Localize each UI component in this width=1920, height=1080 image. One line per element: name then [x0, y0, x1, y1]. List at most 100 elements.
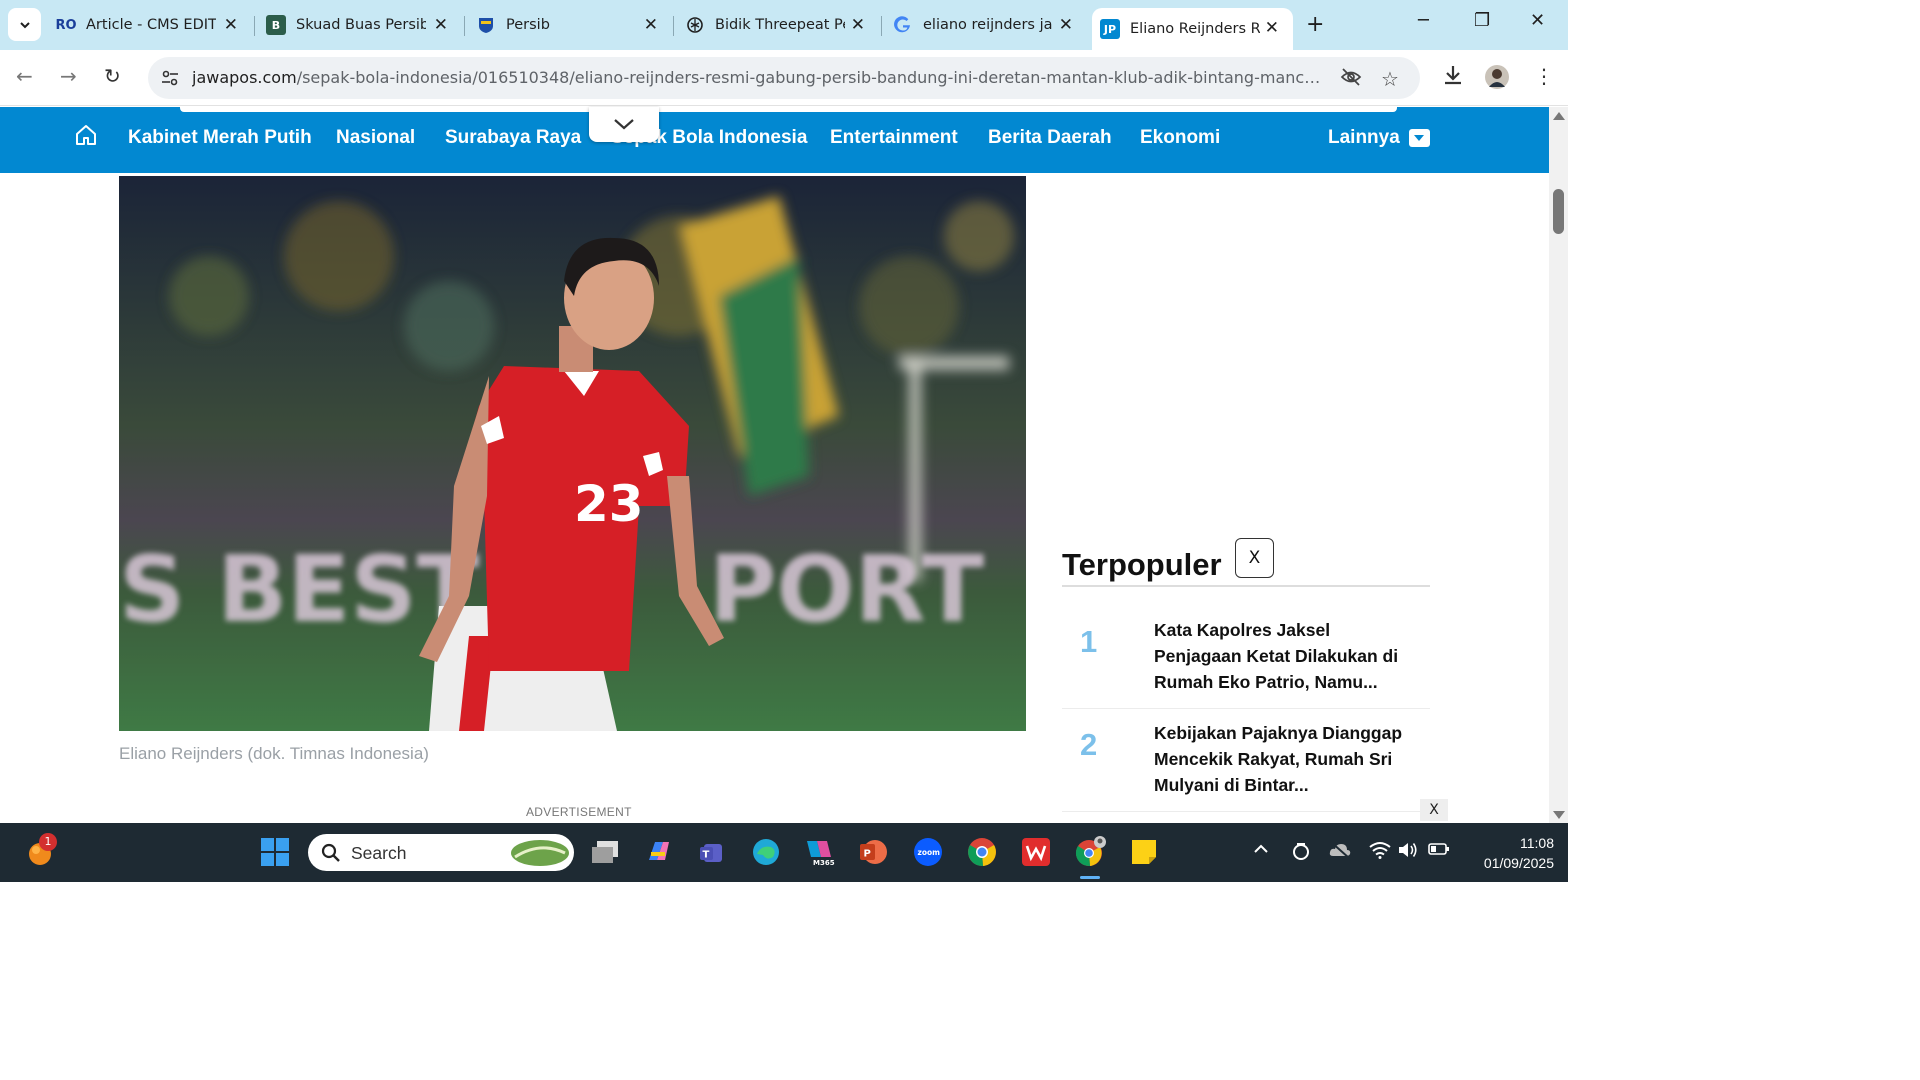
close-icon[interactable]: ✕ — [644, 15, 658, 35]
popular-close-button[interactable]: X — [1235, 538, 1274, 578]
tab-bidik-threepeat[interactable]: Bidik Threepeat Persib ✕ — [685, 7, 879, 43]
onedrive-sync-icon[interactable] — [1291, 841, 1311, 865]
close-icon[interactable]: ✕ — [1059, 15, 1073, 35]
tab-skuad-buas[interactable]: B Skuad Buas Persib ✕ — [266, 7, 462, 43]
nav-surabaya-raya[interactable]: Surabaya Raya — [445, 127, 581, 149]
tab-search-button[interactable] — [8, 8, 41, 41]
scroll-down-arrow-icon[interactable] — [1553, 811, 1565, 819]
advertisement-label: ADVERTISEMENT — [526, 805, 632, 819]
system-clock[interactable]: 11:08 01/09/2025 — [1462, 833, 1554, 873]
google-icon — [893, 15, 913, 35]
popular-headline[interactable]: Kata Kapolres Jaksel Penjagaan Ketat Dil… — [1154, 617, 1412, 695]
search-highlight-icon — [511, 840, 569, 866]
tab-article-cms[interactable]: RO Article - CMS EDITOR ✕ — [55, 7, 252, 43]
tab-title: Article - CMS EDITOR — [86, 17, 216, 33]
teams-icon[interactable]: T — [696, 836, 728, 868]
persib-icon — [476, 15, 496, 35]
reload-button[interactable]: ↻ — [104, 64, 121, 88]
site-info-icon[interactable] — [160, 68, 180, 88]
task-view-icon[interactable] — [589, 836, 621, 868]
notification-badge: 1 — [39, 833, 57, 851]
ro-icon: RO — [55, 17, 77, 33]
popular-rank: 2 — [1080, 727, 1098, 762]
forward-button[interactable]: → — [60, 64, 77, 88]
tab-strip: RO Article - CMS EDITOR ✕ B Skuad Buas P… — [0, 0, 1568, 50]
volume-icon[interactable] — [1397, 841, 1419, 863]
popular-item[interactable]: 2 Kebijakan Pajaknya Dianggap Mencekik R… — [1062, 709, 1430, 812]
nav-ekonomi[interactable]: Ekonomi — [1140, 127, 1220, 149]
restore-button[interactable]: ❐ — [1474, 10, 1490, 31]
svg-text:T: T — [703, 850, 710, 861]
sticky-notes-icon[interactable] — [1128, 836, 1160, 868]
popular-item[interactable]: 1 Kata Kapolres Jaksel Penjagaan Ketat D… — [1062, 606, 1430, 709]
eye-off-icon[interactable] — [1340, 67, 1362, 92]
popular-rank: 1 — [1080, 624, 1098, 659]
header-collapse-toggle[interactable] — [589, 107, 659, 142]
image-caption: Eliano Reijnders (dok. Timnas Indonesia) — [119, 744, 429, 763]
address-bar[interactable]: jawapos.com/sepak-bola-indonesia/0165103… — [148, 57, 1420, 99]
svg-text:P: P — [864, 849, 871, 860]
openai-icon — [685, 15, 705, 35]
nav-nasional[interactable]: Nasional — [336, 127, 415, 149]
tab-separator — [881, 16, 882, 36]
chrome-profile-icon[interactable] — [1074, 836, 1106, 868]
close-icon[interactable]: ✕ — [851, 15, 865, 35]
tab-separator — [673, 16, 674, 36]
windows-start-icon[interactable] — [259, 836, 291, 868]
tab-title: Eliano Reijnders Resmi — [1130, 21, 1260, 37]
scrollbar-thumb[interactable] — [1553, 189, 1564, 234]
battery-icon[interactable] — [1428, 841, 1450, 861]
url-path: /sepak-bola-indonesia/016510348/eliano-r… — [296, 68, 1322, 87]
home-icon[interactable] — [74, 123, 98, 151]
active-app-indicator — [1080, 876, 1100, 879]
tab-google-search[interactable]: eliano reijnders jawapos ✕ — [893, 7, 1087, 43]
clock-date: 01/09/2025 — [1483, 855, 1554, 871]
search-label: Search — [351, 843, 407, 863]
m365-icon[interactable]: M365 — [803, 836, 835, 868]
chrome-icon[interactable] — [966, 836, 998, 868]
nav-kabinet-merah-putih[interactable]: Kabinet Merah Putih — [128, 127, 312, 149]
windows-taskbar: 1 Search T M365 P zoom 11:08 01/09/2025 — [0, 823, 1568, 882]
wps-office-icon[interactable] — [1020, 836, 1052, 868]
minimize-button[interactable]: ─ — [1418, 10, 1429, 31]
tab-persib[interactable]: Persib ✕ — [476, 7, 672, 43]
edge-icon[interactable] — [750, 836, 782, 868]
tab-eliano-active[interactable]: JP Eliano Reijnders Resmi ✕ — [1092, 8, 1293, 50]
svg-text:zoom: zoom — [918, 848, 941, 857]
url-host: jawapos.com — [192, 68, 297, 87]
browser-toolbar: ← → ↻ jawapos.com/sepak-bola-indonesia/0… — [0, 50, 1568, 106]
divider — [1062, 585, 1430, 587]
zoom-icon[interactable]: zoom — [912, 836, 944, 868]
bookmark-star-icon[interactable]: ☆ — [1381, 67, 1399, 91]
wifi-icon[interactable] — [1369, 841, 1391, 863]
copilot-icon[interactable] — [643, 836, 675, 868]
new-tab-button[interactable]: + — [1306, 12, 1324, 37]
download-icon[interactable] — [1442, 64, 1464, 91]
menu-kebab-icon[interactable]: ⋮ — [1534, 64, 1554, 88]
back-button[interactable]: ← — [16, 64, 33, 88]
nav-lainnya[interactable]: Lainnya — [1328, 127, 1400, 149]
tab-title: eliano reijnders jawapos — [923, 17, 1053, 33]
chevron-up-icon[interactable] — [1252, 841, 1270, 860]
popular-headline[interactable]: Kebijakan Pajaknya Dianggap Mencekik Rak… — [1154, 720, 1412, 798]
svg-text:M365: M365 — [813, 859, 835, 867]
close-icon[interactable]: ✕ — [224, 15, 238, 35]
avatar[interactable] — [1485, 65, 1509, 94]
clock-time: 11:08 — [1520, 835, 1554, 851]
powerpoint-icon[interactable]: P — [857, 836, 889, 868]
close-window-button[interactable]: ✕ — [1530, 10, 1545, 31]
nav-berita-daerah[interactable]: Berita Daerah — [988, 127, 1112, 149]
caret-down-icon[interactable] — [1409, 129, 1430, 147]
scroll-up-arrow-icon[interactable] — [1553, 112, 1565, 120]
cloud-offline-icon[interactable] — [1328, 841, 1352, 863]
tab-separator — [254, 16, 255, 36]
tab-title: Persib — [506, 17, 550, 33]
search-icon — [321, 843, 340, 862]
nav-entertainment[interactable]: Entertainment — [830, 127, 958, 149]
ad-close-button[interactable]: X — [1420, 799, 1448, 821]
close-icon[interactable]: ✕ — [434, 15, 448, 35]
jp-icon: JP — [1100, 19, 1120, 39]
taskbar-search-box[interactable]: Search — [308, 834, 574, 871]
close-icon[interactable]: ✕ — [1265, 18, 1279, 38]
svg-text:PORT: PORT — [709, 536, 984, 643]
